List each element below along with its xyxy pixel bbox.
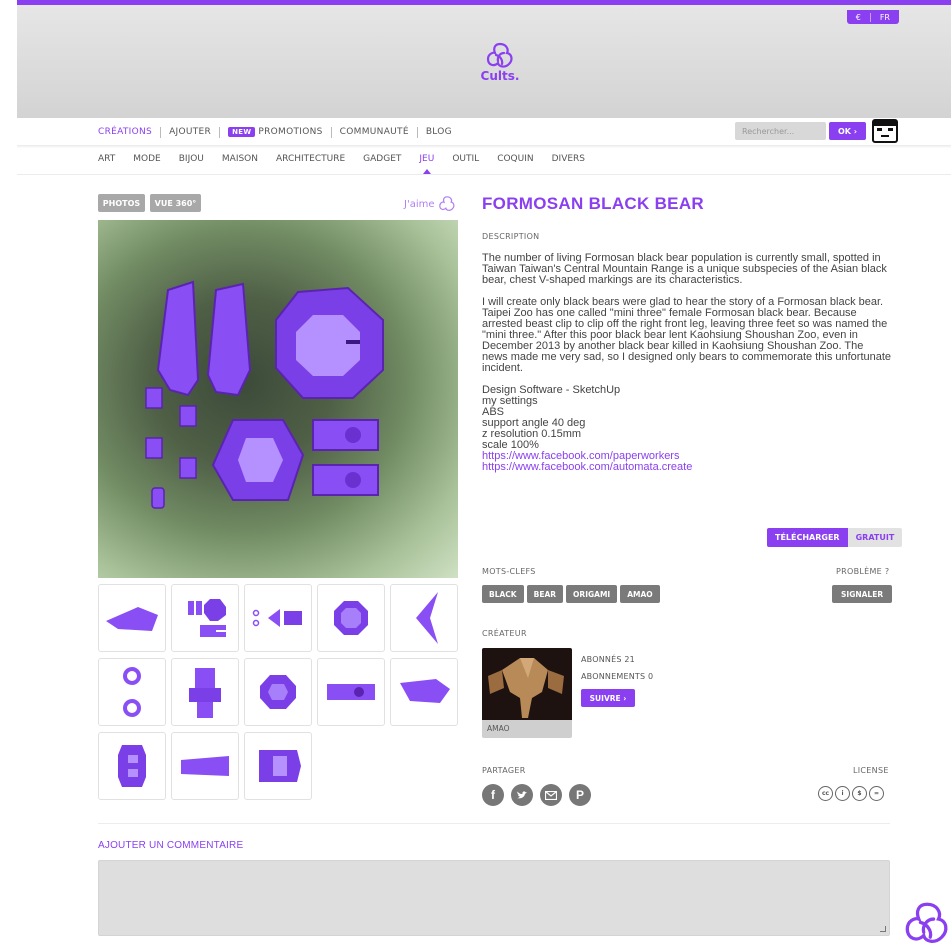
license-label: LICENSE [853, 766, 889, 775]
thumbnail[interactable] [171, 584, 239, 652]
creator-label: CRÉATEUR [482, 629, 527, 638]
follow-button[interactable]: SUIVRE › [581, 689, 635, 707]
cults-logo-icon [486, 42, 513, 68]
nav-promotions-label: PROMOTIONS [258, 126, 323, 137]
nav-blog[interactable]: BLOG [416, 126, 460, 138]
category-bijou[interactable]: BIJOU [179, 154, 204, 164]
header-divider [17, 145, 951, 148]
tag-amao[interactable]: AMAO [620, 585, 660, 603]
followers-count: ABONNÉS 21 [581, 655, 635, 664]
cc-icon: cc [818, 786, 833, 801]
category-jeu[interactable]: JEU [419, 154, 434, 174]
thumbnail[interactable] [244, 732, 312, 800]
thumbnail[interactable] [317, 658, 385, 726]
share-label: PARTAGER [482, 766, 526, 775]
creative-commons-icons: cc i $ = [818, 786, 884, 801]
nav-ajouter[interactable]: AJOUTER [160, 126, 219, 138]
description-label: DESCRIPTION [482, 232, 540, 241]
tag-bear[interactable]: BEAR [526, 585, 564, 603]
creator-photo [482, 648, 572, 720]
main-nav: CRÉATIONS AJOUTER NEW PROMOTIONS COMMUNAU… [98, 124, 460, 140]
category-outil[interactable]: OUTIL [452, 154, 479, 164]
problem-label: PROBLÈME ? [836, 567, 890, 576]
elephant-origami-image [488, 658, 564, 718]
nav-creations[interactable]: CRÉATIONS [98, 127, 160, 138]
header-banner: € FR Cults. [17, 0, 951, 118]
share-buttons: f P [482, 784, 591, 806]
email-icon[interactable] [540, 784, 562, 806]
category-divers[interactable]: DIVERS [552, 154, 585, 164]
resize-handle-icon[interactable] [880, 926, 886, 932]
cc-nd-icon: = [869, 786, 884, 801]
report-button[interactable]: SIGNALER [832, 585, 893, 603]
cults-corner-logo-icon[interactable] [904, 899, 950, 949]
tab-photos[interactable]: PHOTOS [98, 194, 145, 212]
category-architecture[interactable]: ARCHITECTURE [276, 154, 345, 164]
description-paragraph: I will create only black bears were glad… [482, 296, 892, 374]
facebook-link[interactable]: https://www.facebook.com/automata.create [482, 462, 892, 473]
category-maison[interactable]: MAISON [222, 154, 258, 164]
logo-wordmark: Cults. [480, 69, 520, 83]
like-button[interactable]: J'aime [404, 195, 456, 213]
keywords-label: MOTS-CLEFS [482, 567, 536, 576]
pinterest-icon[interactable]: P [569, 784, 591, 806]
product-description: The number of living Formosan black bear… [482, 253, 892, 473]
user-avatar-icon[interactable] [872, 119, 898, 143]
download-label: TÉLÉCHARGER [767, 528, 848, 547]
following-count: ABONNEMENTS 0 [581, 672, 654, 681]
nav-communaute[interactable]: COMMUNAUTÉ [330, 126, 417, 138]
thumbnail[interactable] [244, 658, 312, 726]
keyword-tags: BLACK BEAR ORIGAMI AMAO [482, 585, 660, 603]
comment-title: AJOUTER UN COMMENTAIRE [98, 840, 244, 851]
thumbnail[interactable] [98, 732, 166, 800]
new-badge: NEW [228, 126, 256, 137]
twitter-icon[interactable] [511, 784, 533, 806]
download-button[interactable]: TÉLÉCHARGER GRATUIT [767, 528, 903, 547]
category-coquin[interactable]: COQUIN [497, 154, 533, 164]
thumbnail[interactable] [317, 584, 385, 652]
cults-logo[interactable]: Cults. [475, 41, 525, 83]
thumbnail[interactable] [98, 584, 166, 652]
product-title: FORMOSAN BLACK BEAR [482, 194, 704, 213]
tab-vue-360[interactable]: VUE 360° [150, 194, 201, 212]
like-label: J'aime [404, 198, 435, 210]
thumbnail[interactable] [390, 658, 458, 726]
search-input[interactable]: Rechercher... [735, 122, 826, 140]
nav-promotions[interactable]: NEW PROMOTIONS [219, 126, 331, 138]
cults-heart-icon [438, 196, 454, 211]
thumbnail[interactable] [244, 584, 312, 652]
thumbnail-grid [98, 584, 462, 800]
currency-option[interactable]: € [847, 13, 870, 22]
creator-name: AMAO [487, 724, 510, 733]
search-ok-button[interactable]: OK › [829, 122, 866, 140]
main-product-image[interactable] [98, 220, 458, 578]
cc-nc-icon: $ [852, 786, 867, 801]
language-switcher[interactable]: € FR [846, 10, 899, 24]
tag-black[interactable]: BLACK [482, 585, 524, 603]
bear-parts-illustration [145, 280, 384, 509]
category-art[interactable]: ART [98, 154, 115, 164]
category-divider [17, 174, 951, 175]
thumbnail[interactable] [171, 732, 239, 800]
cc-by-icon: i [835, 786, 850, 801]
language-option[interactable]: FR [869, 12, 899, 22]
description-settings: Design Software - SketchUp my settings A… [482, 384, 621, 451]
thumbnail[interactable] [98, 658, 166, 726]
section-divider [98, 823, 890, 824]
category-nav: ART MODE BIJOU MAISON ARCHITECTURE GADGE… [98, 154, 603, 174]
description-paragraph: The number of living Formosan black bear… [482, 252, 887, 286]
tag-origami[interactable]: ORIGAMI [566, 585, 618, 603]
price-label: GRATUIT [847, 528, 903, 547]
creator-card[interactable]: AMAO [482, 648, 572, 738]
facebook-icon[interactable]: f [482, 784, 504, 806]
category-mode[interactable]: MODE [133, 154, 160, 164]
category-gadget[interactable]: GADGET [363, 154, 401, 164]
thumbnail[interactable] [171, 658, 239, 726]
comment-textarea[interactable] [98, 860, 890, 936]
thumbnail[interactable] [390, 584, 458, 652]
